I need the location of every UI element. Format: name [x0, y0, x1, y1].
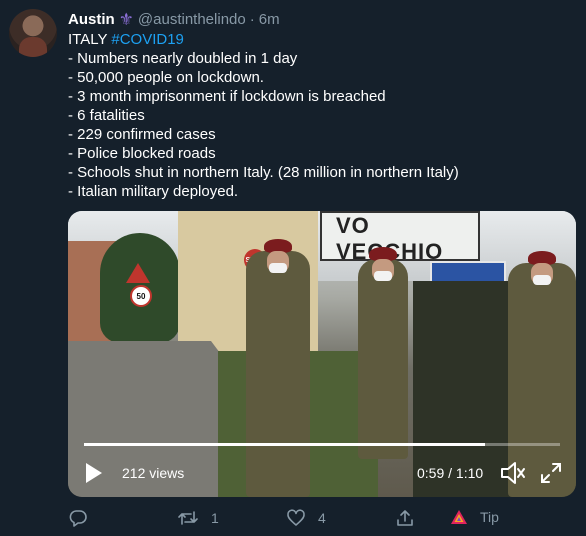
reply-button[interactable]: [68, 508, 88, 528]
avatar[interactable]: [9, 9, 57, 57]
tweet-header: Austin ⚜ @austinthelindo · 6m: [68, 9, 280, 29]
retweet-count: 1: [211, 510, 219, 526]
tweet-text-line: - Italian military deployed.: [68, 183, 239, 200]
tweet-text-line: - 3 month imprisonment if lockdown is br…: [68, 88, 386, 105]
tweet-text-line-1: ITALY #COVID19: [68, 30, 568, 49]
tweet-text-line: - 6 fatalities: [68, 107, 145, 124]
video-player[interactable]: 50 STOP VO VECCHIO 212 views 0:59 / 1:10: [68, 211, 576, 497]
speed-limit-sign: 50: [130, 285, 152, 307]
avatar-figure: [19, 37, 47, 57]
fullscreen-icon[interactable]: [540, 462, 562, 484]
retweet-icon: [178, 511, 198, 525]
tweet-text-line: - Police blocked roads: [68, 145, 216, 162]
like-button[interactable]: 4: [286, 508, 326, 528]
separator-dot: ·: [249, 10, 255, 28]
author-handle[interactable]: @austinthelindo: [138, 11, 246, 28]
tip-button[interactable]: Tip: [450, 508, 499, 526]
tweet-text-line: - Schools shut in northern Italy. (28 mi…: [68, 164, 459, 181]
author-name[interactable]: Austin: [68, 11, 115, 28]
soldier: [358, 247, 408, 459]
town-sign: VO VECCHIO: [320, 211, 480, 264]
fleur-de-lis-icon: ⚜: [118, 9, 134, 29]
heart-icon: [287, 509, 305, 526]
video-duration: 0:59 / 1:10: [417, 465, 484, 481]
tweet-text-line: - Numbers nearly doubled in 1 day: [68, 50, 298, 67]
tweet-text-line: - 50,000 people on lockdown.: [68, 69, 264, 86]
video-progress-fill: [84, 443, 486, 446]
video-controls: 212 views 0:59 / 1:10: [68, 456, 576, 490]
tip-label: Tip: [480, 509, 499, 525]
video-progress-bar[interactable]: [84, 443, 560, 446]
retweet-button[interactable]: 1: [177, 508, 219, 528]
tweet-text-line: - 229 confirmed cases: [68, 126, 216, 143]
volume-icon[interactable]: [500, 461, 526, 485]
tweet-prefix: ITALY: [68, 31, 112, 48]
view-count: 212 views: [122, 465, 185, 481]
warning-sign: [126, 263, 150, 283]
face-mask: [374, 271, 392, 281]
reply-icon: [69, 510, 87, 527]
play-icon[interactable]: [86, 463, 102, 483]
share-button[interactable]: [395, 508, 415, 528]
tweet-timestamp[interactable]: 6m: [259, 11, 280, 28]
face-mask: [533, 275, 551, 285]
like-count: 4: [318, 510, 326, 526]
tweet-text: ITALY #COVID19 - Numbers nearly doubled …: [68, 30, 568, 201]
face-mask: [269, 263, 287, 273]
hashtag-link[interactable]: #COVID19: [111, 31, 184, 48]
tweet-actions: 1 4 Tip: [68, 508, 568, 532]
share-icon: [397, 510, 413, 526]
tip-icon: [451, 510, 467, 524]
